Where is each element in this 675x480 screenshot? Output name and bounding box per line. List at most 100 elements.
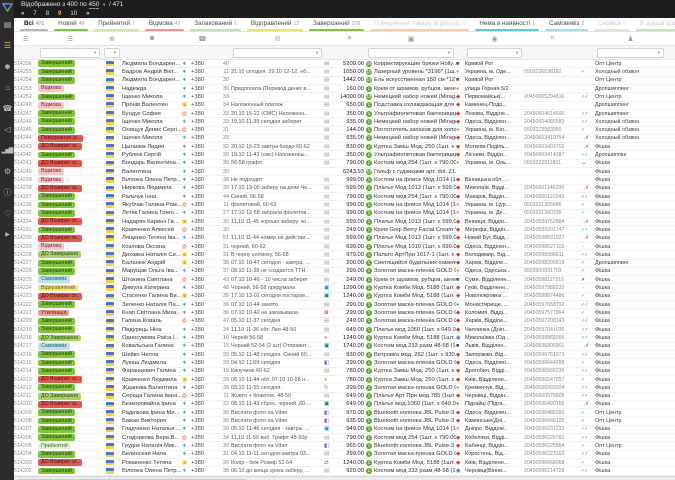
order-row[interactable]: 514212ЗавершенийЖданова Валентина∗+38039… (14, 384, 675, 392)
phone-badge[interactable]: +380 (191, 343, 214, 349)
order-row[interactable]: 514255ЗавершенийБадров Андрій Вікт...∗+3… (14, 68, 675, 76)
order-row[interactable]: 514205ПрийнятийГрудок Наталія Мик...∗+38… (14, 442, 675, 450)
phone-badge[interactable]: +380 (191, 435, 214, 441)
tab-Сервіси[interactable]: Сервіси0 (591, 18, 633, 31)
receipt-icon[interactable]: ⊠ (324, 310, 333, 316)
receipt-icon[interactable]: ▤ (324, 152, 333, 158)
rows-icon[interactable]: ☰ (14, 35, 38, 43)
phone-badge[interactable]: +380 (191, 86, 214, 92)
phone-badge[interactable]: +380 (191, 119, 214, 125)
receipt-icon[interactable]: ▤ (324, 252, 333, 258)
order-row[interactable]: 514219ЗавершенийПедурець Ніна∗+3803411.1… (14, 326, 675, 334)
order-row[interactable]: 514238ДО Возврат ск..Ниркова Людмила∗+38… (14, 185, 675, 193)
tab-В дорозі додому[interactable]: В дорозі додому0 (633, 18, 675, 31)
phone-badge[interactable]: +380 (191, 327, 214, 333)
receipt-icon[interactable]: ▣ (324, 285, 333, 291)
receipt-icon[interactable]: ▤ (324, 86, 333, 92)
receipt-icon[interactable]: ▣ (324, 343, 333, 349)
phone-badge[interactable]: +380 (191, 144, 214, 150)
phone-badge[interactable]: +380 (191, 102, 214, 108)
pager-page-button[interactable]: 8 (46, 10, 49, 18)
phone-badge[interactable]: +380 (191, 252, 214, 258)
receipt-icon[interactable]: ▤ (324, 227, 333, 233)
filter-input[interactable]: ▼ (40, 48, 100, 58)
phone-badge[interactable]: +380 (191, 443, 214, 449)
phone-badge[interactable]: +380 (191, 460, 214, 466)
order-row[interactable]: 514248ВідмоваⓘПронів Валентин▣+38034Нало… (14, 102, 675, 110)
order-row[interactable]: 514218ДО ЗавершеноОдносумова Раіса І...∗… (14, 334, 675, 342)
phone-badge[interactable]: +380 (191, 185, 214, 191)
phone-badge[interactable]: +380 (191, 194, 214, 200)
phone-badge[interactable]: +380 (191, 244, 214, 250)
receipt-icon[interactable]: ▤ (324, 185, 333, 191)
comment-column-icon[interactable]: ✉ (231, 35, 324, 43)
info-icon[interactable]: ⓘ (65, 243, 70, 250)
pager-first-button[interactable]: « (21, 10, 24, 18)
tab-Відмова[interactable]: Відмова42 (142, 18, 187, 31)
order-row[interactable]: 514210ДО Возврат ск..Безкоровайна Ірина∗… (14, 401, 675, 409)
phone-badge[interactable]: +380 (191, 451, 214, 457)
receipt-icon[interactable]: ▣ (324, 426, 333, 432)
order-row[interactable]: 514207ЗавершенийГладченко Наталья ...∗+3… (14, 426, 675, 434)
receipt-icon[interactable]: ▤ (324, 94, 333, 100)
phone-badge[interactable]: +380 (191, 410, 214, 416)
partners-icon[interactable]: ♡ (0, 203, 14, 224)
order-row[interactable]: 514223ДО Возврат ск..Стасенко Галина Ви.… (14, 293, 675, 301)
receipt-icon[interactable]: ▤ (324, 144, 333, 150)
receipt-icon[interactable]: ◧ (324, 360, 333, 366)
info-icon[interactable]: ⓘ (0, 182, 14, 203)
order-row[interactable]: 514242ЗавершенийРублюк Сергій∗+3803019.1… (14, 151, 675, 159)
phone-badge[interactable]: +380 (191, 210, 214, 216)
order-row[interactable]: 514230ДО Возврат ск..Лященко Тетяна Іва.… (14, 235, 675, 243)
order-row[interactable]: 514246ЗавершенийІщенко Микола∗+3803319.1… (14, 118, 675, 126)
phone-badge[interactable]: +380 (191, 426, 214, 432)
tab-Запакований[interactable]: Запакований1 (187, 18, 244, 31)
order-row[interactable]: 514214ЗавершенийФаранцевич Галина∗+38019… (14, 368, 675, 376)
order-row[interactable]: 514221УтилізаціяКнап Світлана Миха...∗+3… (14, 309, 675, 317)
tab-Всі[interactable]: Всі471 (17, 18, 51, 31)
receipt-icon[interactable]: ▤ (324, 111, 333, 117)
receipt-icon[interactable]: ▤ (324, 135, 333, 141)
order-row[interactable]: 514252ЗавершенийІщенко Микола∗+38033▤140… (14, 93, 675, 101)
order-row[interactable]: 514213ДО Возврат ск..Кравченко Людмила▣+… (14, 376, 675, 384)
phone-badge[interactable]: +380 (191, 77, 214, 83)
receipt-icon[interactable]: ▤ (324, 235, 333, 241)
order-row[interactable]: 514256ЗавершенийЛюдмила Бондарен...∗+380… (14, 60, 675, 68)
receipt-icon[interactable]: ▤ (324, 202, 333, 208)
filter-input[interactable]: ▼ (597, 48, 664, 58)
status-column-icon[interactable]: ☰ (38, 35, 102, 43)
receipt-icon[interactable]: ▤ (324, 327, 333, 333)
phone-badge[interactable]: +380 (191, 352, 214, 358)
receipt-icon[interactable]: ⇄ (324, 460, 333, 466)
order-row[interactable]: 514241ДО Возврат ск..Бондарь Валентина..… (14, 160, 675, 168)
video-icon[interactable]: ▶ (0, 224, 14, 245)
order-row[interactable]: 514253ВідмоваНадежда∗+38039Предоплата (П… (14, 85, 675, 93)
receipt-icon[interactable]: ▤ (324, 302, 333, 308)
phone-badge[interactable]: +380 (191, 169, 214, 175)
range-selector[interactable]: 450 (89, 1, 100, 9)
order-row[interactable]: 514217СамовивізКовальська Галина∗+38015Ч… (14, 343, 675, 351)
receipt-icon[interactable]: ▤ (324, 119, 333, 125)
order-row[interactable]: 514224ВідправленийДимула Катерина∗+38048… (14, 284, 675, 292)
app-logo[interactable] (1, 1, 13, 14)
orders-list-icon[interactable]: ☰ (0, 35, 14, 56)
phone-badge[interactable]: +380 (191, 393, 214, 399)
receipt-icon[interactable]: ▤ (324, 77, 333, 83)
tab-Нема в наявності[interactable]: Нема в наявності1 (472, 18, 542, 31)
phone-badge[interactable]: +380 (191, 227, 214, 233)
order-row[interactable]: 514243ДО Возврат ск..Цыганюк Лидия∗+3803… (14, 143, 675, 151)
phone-badge[interactable]: +380 (191, 235, 214, 241)
receipt-icon[interactable]: ▤ (324, 194, 333, 200)
receipt-icon[interactable]: ▤ (324, 435, 333, 441)
order-row[interactable]: 514216ЗавершенийШейко Нелли∗+3803305.10 … (14, 351, 675, 359)
order-row[interactable]: 514247ЗавершенийБундук София◎+3803320.10… (14, 110, 675, 118)
pager-page-button[interactable]: 10 (70, 10, 77, 18)
phone-badge[interactable]: +380 (191, 202, 214, 208)
order-row[interactable]: 514203ДО Возврат ск..Романенко Тетяна▣+3… (14, 459, 675, 467)
phone-badge[interactable]: +380 (191, 177, 214, 183)
filter-input[interactable]: ▼ (104, 48, 120, 58)
phone-badge[interactable]: +380 (191, 260, 214, 266)
phone-badge[interactable]: +380 (191, 468, 214, 474)
receipt-icon[interactable]: ▤ (324, 277, 333, 283)
globe-icon[interactable]: ⊕ (102, 35, 122, 43)
